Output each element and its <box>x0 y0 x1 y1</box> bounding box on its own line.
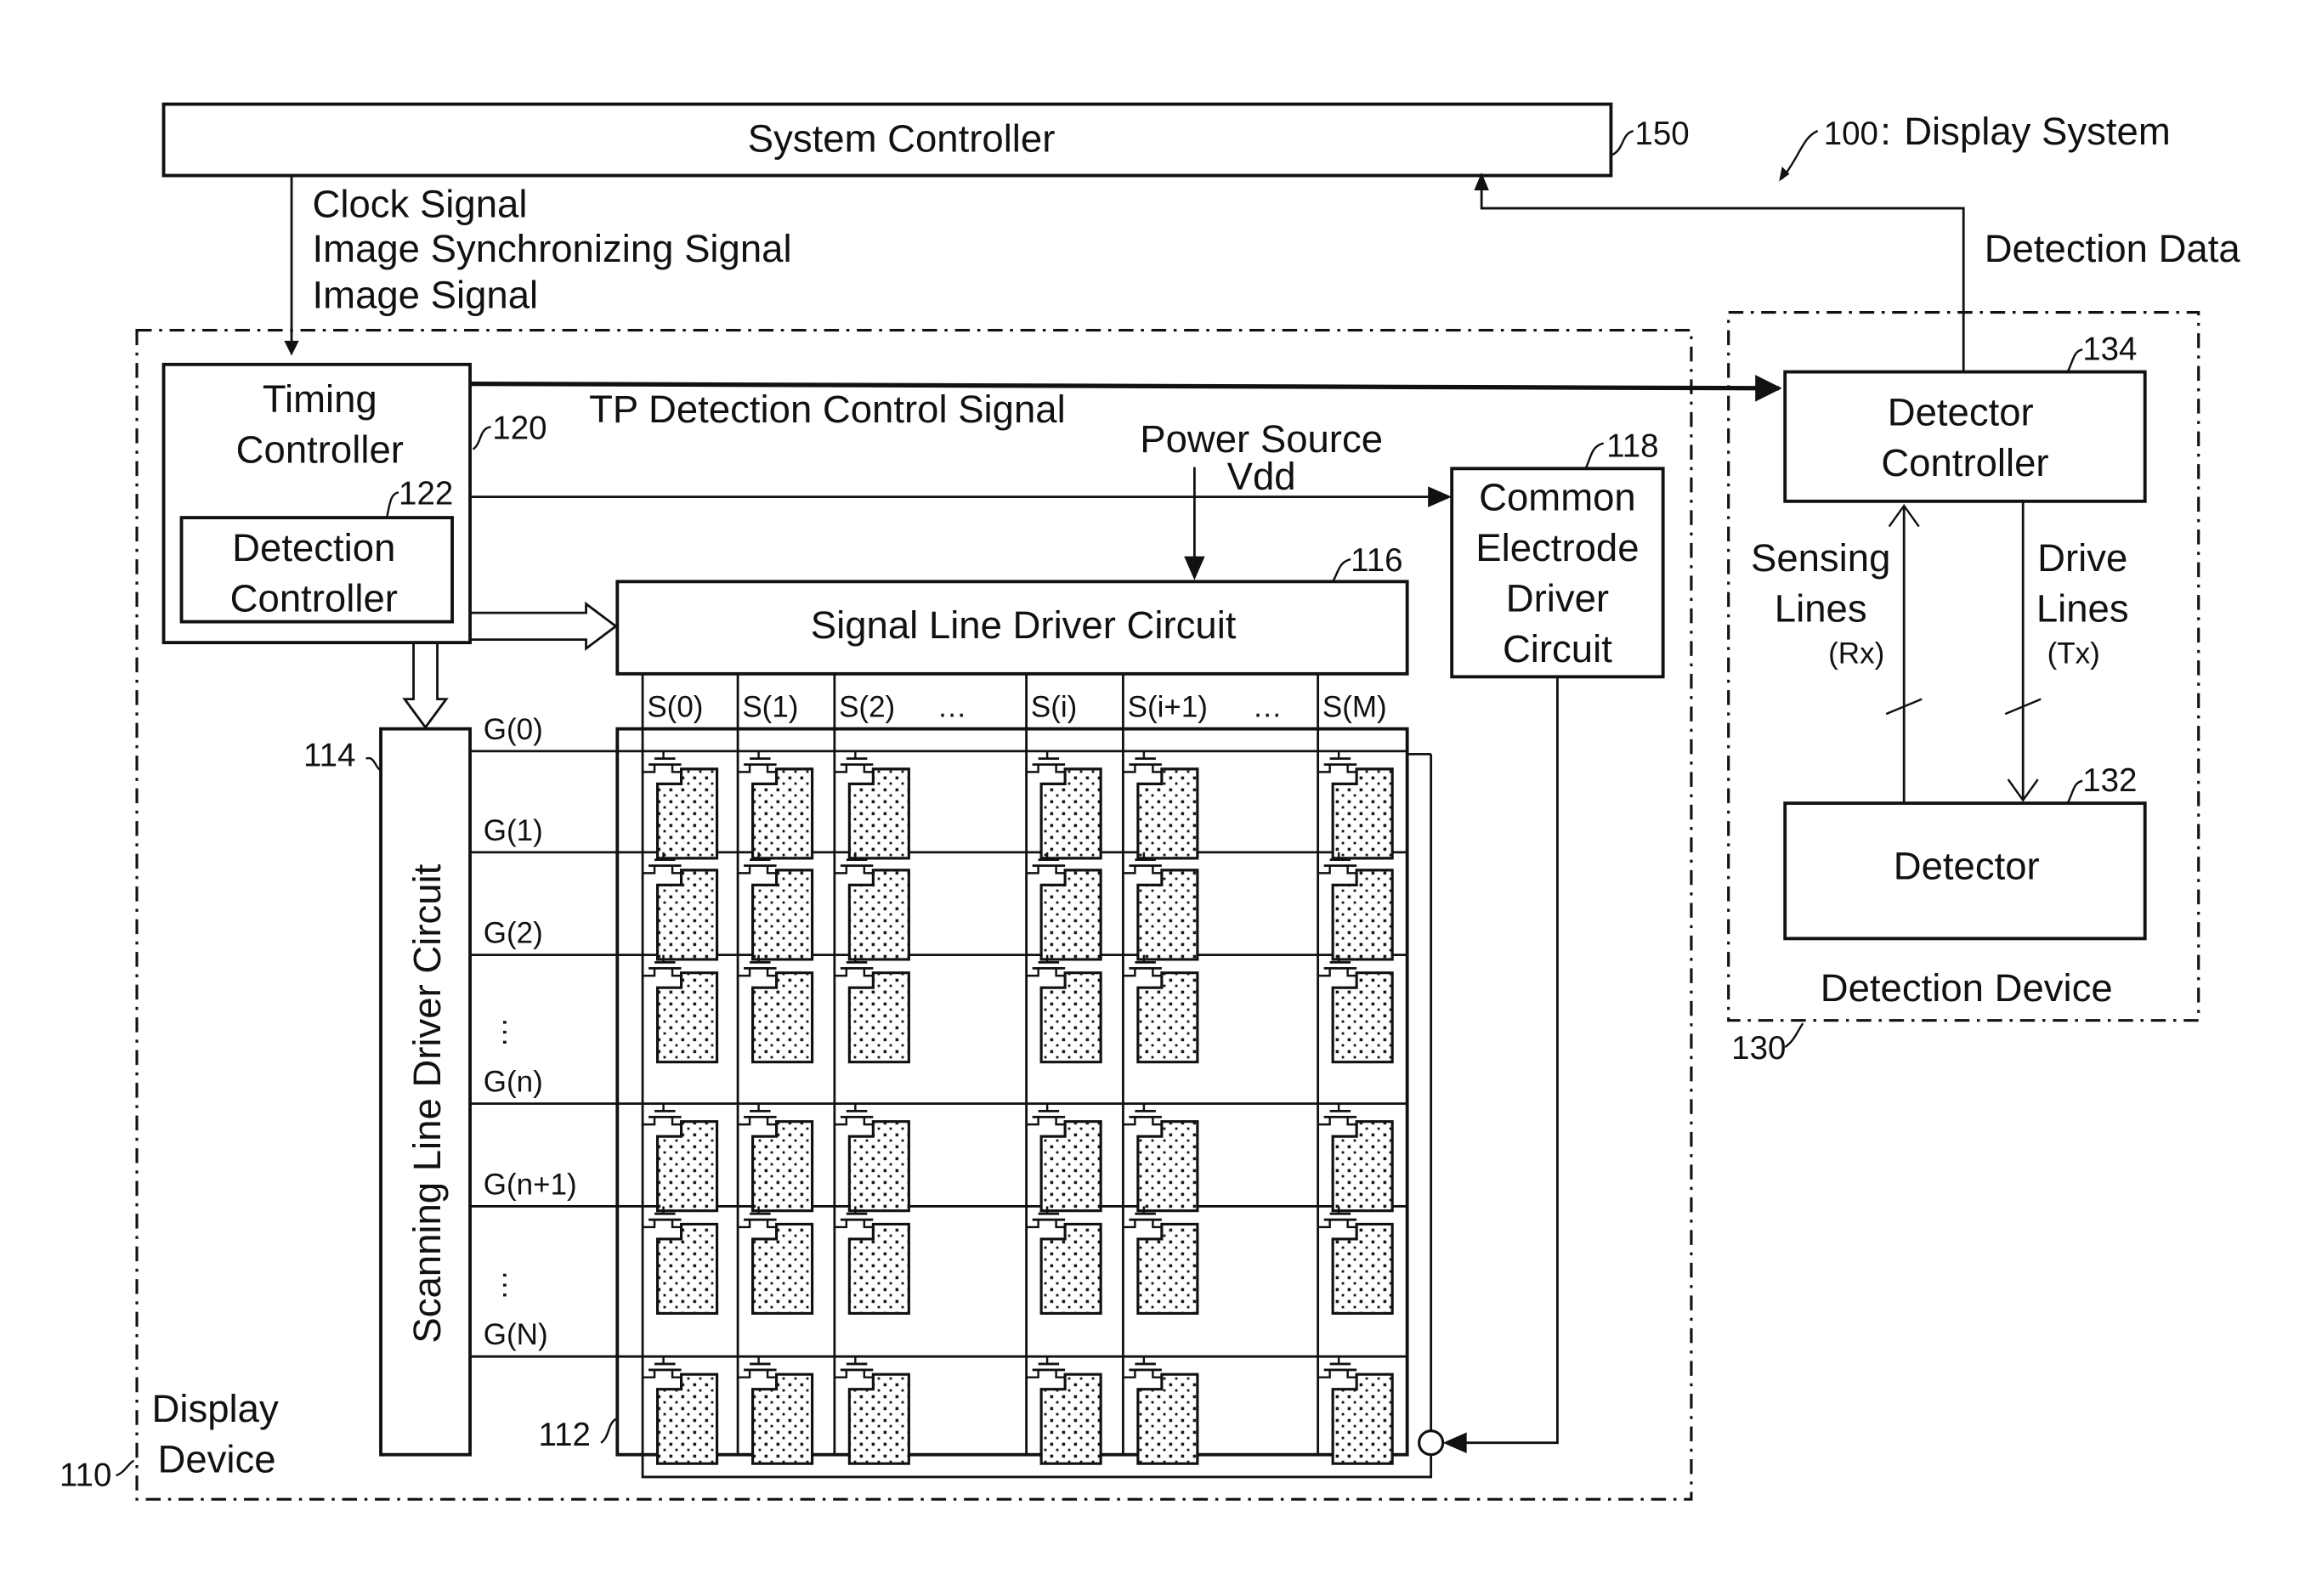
image-sync-signal-label: Image Synchronizing Signal <box>313 227 792 270</box>
source-line-label: S(i+1) <box>1128 691 1208 724</box>
drive-lines-label-2: Lines <box>2036 587 2129 631</box>
common-electrode-node-icon <box>1418 1429 1445 1457</box>
gate-line-label: G(2) <box>484 917 543 950</box>
ref-150: 150 <box>1634 116 1689 152</box>
detector-controller-label-1: Detector <box>1888 391 2034 434</box>
timing-controller-label-2: Controller <box>236 427 404 471</box>
ref-leader-120 <box>472 426 491 450</box>
gate-line-labels: G(0) G(1) G(2) ··· G(n) G(n+1) ··· G(N) <box>484 713 577 1351</box>
scanning-line-driver-label: Scanning Line Driver Circuit <box>405 863 449 1343</box>
source-line-label: S(i) <box>1031 691 1077 724</box>
source-ellipsis: … <box>1253 691 1283 724</box>
detection-data-line <box>1480 184 1965 372</box>
detection-controller-label-1: Detection <box>232 526 395 569</box>
ref-116: 116 <box>1351 542 1402 579</box>
detection-device-label: Detection Device <box>1821 966 2113 1010</box>
system-controller: System Controller <box>161 102 1613 178</box>
display-device-label-2: Device <box>158 1438 276 1481</box>
ref-leader-150 <box>1611 129 1634 156</box>
source-line-label: S(1) <box>742 691 798 724</box>
ref-134: 134 <box>2082 331 2137 368</box>
pixel-array-box <box>615 727 1409 1457</box>
ref-leader-100 <box>1781 129 1819 179</box>
display-system-diagram: System Controller 150 100 : Display Syst… <box>59 102 2241 1501</box>
ref-leader-132 <box>2066 779 2083 804</box>
source-line-label: S(M) <box>1322 691 1387 724</box>
ref-110: 110 <box>59 1457 111 1493</box>
detector-controller-label-2: Controller <box>1881 441 2048 484</box>
ref-130: 130 <box>1731 1030 1786 1067</box>
source-line-labels: S(0) S(1) S(2) … S(i) S(i+1) … S(M) <box>647 691 1386 724</box>
drive-lines-label-3: (Tx) <box>2047 637 2100 671</box>
clock-signal-label: Clock Signal <box>313 183 528 226</box>
power-arrowhead-icon <box>1184 556 1205 580</box>
gate-line-label: G(0) <box>484 713 543 746</box>
timing-to-scanning-driver-arrow <box>402 642 449 730</box>
gate-line-label: G(n) <box>484 1066 543 1099</box>
gate-ellipsis: ··· <box>490 1271 524 1300</box>
gate-line-label: G(1) <box>484 814 543 847</box>
ref-leader-116 <box>1332 557 1351 582</box>
ref-118: 118 <box>1606 427 1658 464</box>
common-arrowhead-icon <box>1428 486 1453 507</box>
image-signal-label: Image Signal <box>313 273 539 316</box>
ref-122: 122 <box>399 475 453 512</box>
ref-120: 120 <box>492 410 547 446</box>
system-controller-label: System Controller <box>748 117 1056 161</box>
gate-line-label: G(n+1) <box>484 1168 577 1201</box>
common-electrode-label-4: Circuit <box>1503 627 1612 671</box>
ref-100-colon: : <box>1880 110 1891 153</box>
ref-leader-134 <box>2066 348 2083 373</box>
tp-detection-control-label: TP Detection Control Signal <box>589 388 1066 431</box>
sensing-lines-label-1: Sensing <box>1751 536 1890 580</box>
common-electrode-label-2: Electrode <box>1475 526 1639 569</box>
ref-132: 132 <box>2082 762 2137 799</box>
common-electrode-label-1: Common <box>1479 475 1636 518</box>
common-electrode-label-3: Driver <box>1506 576 1609 620</box>
display-system-title: Display System <box>1904 110 2171 153</box>
ref-leader-114 <box>365 756 382 772</box>
ref-leader-110 <box>116 1459 135 1477</box>
ref-112: 112 <box>539 1417 591 1453</box>
common-electrode-feedback-line <box>1454 676 1559 1445</box>
sensing-lines-label-3: (Rx) <box>1828 637 1884 671</box>
source-ellipsis: … <box>937 691 967 724</box>
vdd-label: Vdd <box>1227 455 1296 498</box>
ref-100: 100 <box>1824 116 1878 152</box>
sensing-lines-label-2: Lines <box>1775 587 1867 631</box>
display-device-label-1: Display <box>152 1387 279 1430</box>
gate-ellipsis: ··· <box>490 1017 524 1047</box>
source-line-label: S(0) <box>647 691 703 724</box>
gate-line-label: G(N) <box>484 1318 548 1351</box>
detection-controller-label-2: Controller <box>230 576 398 620</box>
ref-leader-112 <box>600 1418 617 1444</box>
timing-to-signal-driver-arrow <box>470 601 618 651</box>
signal-line-driver-label: Signal Line Driver Circuit <box>811 603 1237 647</box>
common-feedback-arrowhead-icon <box>1442 1432 1467 1453</box>
detector-label: Detector <box>1894 844 2040 887</box>
ref-leader-118 <box>1584 442 1605 469</box>
drive-lines-label-1: Drive <box>2037 536 2127 580</box>
source-line-label: S(2) <box>839 691 895 724</box>
detection-data-label: Detection Data <box>1985 227 2241 270</box>
ref-leader-130 <box>1784 1022 1804 1049</box>
ref-114: 114 <box>303 737 355 773</box>
timing-controller-label-1: Timing <box>263 377 377 421</box>
tp-arrowhead-icon <box>1755 375 1782 402</box>
